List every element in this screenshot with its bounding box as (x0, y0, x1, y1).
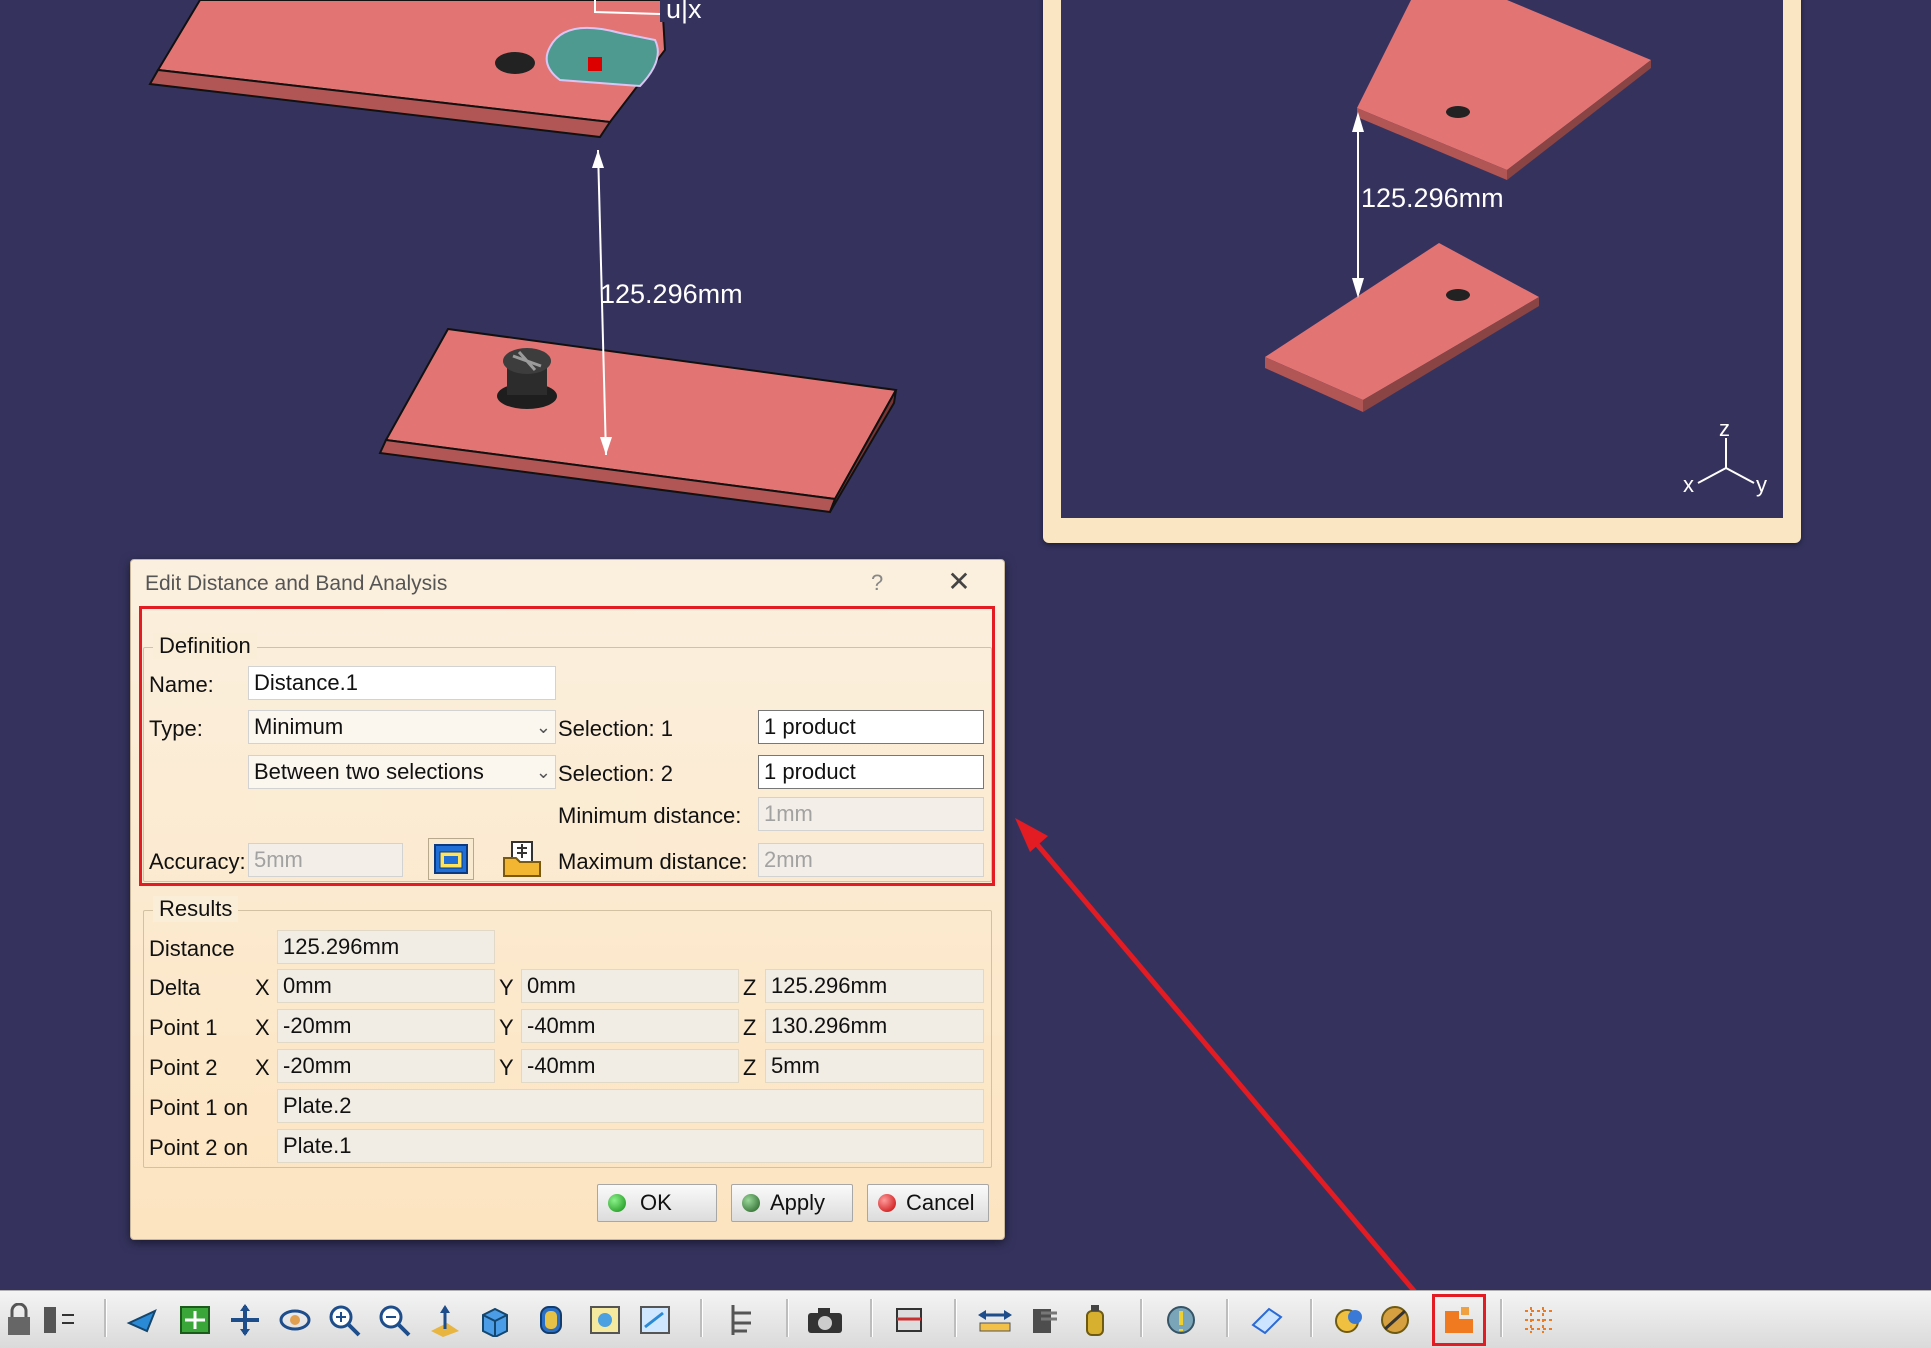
delta-label: Delta (149, 975, 201, 1000)
red-dot-icon (878, 1194, 896, 1212)
hide-show-icon[interactable] (586, 1301, 624, 1339)
point1-z-axis-label: Z (743, 1015, 757, 1040)
lock-icon[interactable] (0, 1301, 38, 1339)
distance-result-value: 125.296mm (277, 930, 495, 964)
apply-dot-icon (742, 1194, 760, 1212)
point2-z-axis-label: Z (743, 1055, 757, 1080)
point1-y-value: -40mm (521, 1009, 739, 1043)
toolbar-separator (104, 1299, 107, 1337)
zoom-in-icon[interactable] (326, 1301, 364, 1339)
fly-mode-icon[interactable] (124, 1301, 162, 1339)
clash-icon[interactable] (1162, 1301, 1200, 1339)
help-icon[interactable]: ? (871, 570, 883, 596)
point2-x-axis-label: X (255, 1055, 270, 1080)
green-dot-icon (608, 1194, 626, 1212)
close-button[interactable]: ✕ (941, 564, 977, 600)
toolbar-separator (1226, 1299, 1229, 1337)
cancel-label: Cancel (906, 1190, 975, 1215)
point1-on-value: Plate.2 (277, 1089, 984, 1123)
cancel-button[interactable]: Cancel (867, 1184, 989, 1222)
section-icon[interactable] (890, 1301, 928, 1339)
sectioning-analysis-icon[interactable] (1376, 1301, 1414, 1339)
point1-x-value: -20mm (277, 1009, 495, 1043)
ok-label: OK (640, 1190, 672, 1215)
toolbar-separator (954, 1299, 957, 1337)
definition-highlight-box (139, 606, 995, 886)
apply-label: Apply (770, 1190, 826, 1215)
point2-on-value: Plate.1 (277, 1129, 984, 1163)
delta-y-axis-label: Y (499, 975, 514, 1000)
point2-x-value: -20mm (277, 1049, 495, 1083)
camera-icon[interactable] (806, 1301, 844, 1339)
normal-view-icon[interactable] (426, 1301, 464, 1339)
measure-inertia-icon[interactable] (1076, 1301, 1114, 1339)
point2-y-axis-label: Y (499, 1055, 514, 1080)
rotate-icon[interactable] (276, 1301, 314, 1339)
toolbar-separator (700, 1299, 703, 1337)
zoom-out-icon[interactable] (376, 1301, 414, 1339)
toolbar-separator (786, 1299, 789, 1337)
swap-space-icon[interactable] (636, 1301, 674, 1339)
toolbar-separator (1500, 1299, 1503, 1337)
delta-y-value: 0mm (521, 969, 739, 1003)
delta-x-value: 0mm (277, 969, 495, 1003)
point1-on-label: Point 1 on (149, 1095, 249, 1120)
iso-view-icon[interactable] (476, 1301, 514, 1339)
edit-distance-dialog: Edit Distance and Band Analysis ? ✕ Defi… (130, 559, 1005, 1240)
toolbar-separator (1140, 1299, 1143, 1337)
apply-button[interactable]: Apply (731, 1184, 853, 1222)
ok-button[interactable]: OK (597, 1184, 717, 1222)
delta-x-axis-label: X (255, 975, 270, 1000)
point1-label: Point 1 (149, 1015, 218, 1040)
measure-item-icon[interactable] (1026, 1301, 1064, 1339)
plane-icon[interactable] (1248, 1301, 1286, 1339)
point1-z-value: 130.296mm (765, 1009, 984, 1043)
toolbar-separator (870, 1299, 873, 1337)
grid-options-icon[interactable] (1520, 1301, 1558, 1339)
results-legend: Results (153, 896, 239, 922)
point1-y-axis-label: Y (499, 1015, 514, 1040)
shading-icon[interactable] (532, 1301, 570, 1339)
toolbar-separator (1310, 1299, 1313, 1337)
delta-z-axis-label: Z (743, 975, 757, 1000)
clash-analysis-icon[interactable] (1330, 1301, 1368, 1339)
delta-z-value: 125.296mm (765, 969, 984, 1003)
point1-x-axis-label: X (255, 1015, 270, 1040)
measure-between-icon[interactable] (976, 1301, 1014, 1339)
pan-icon[interactable] (226, 1301, 264, 1339)
toolbar-highlight-box (1432, 1294, 1486, 1346)
distance-result-label: Distance (149, 936, 235, 961)
bottom-toolbar (0, 1290, 1931, 1348)
fit-all-icon[interactable] (176, 1301, 214, 1339)
point2-label: Point 2 (149, 1055, 218, 1080)
tree-hierarchy-icon[interactable] (722, 1301, 760, 1339)
point2-z-value: 5mm (765, 1049, 984, 1083)
point2-y-value: -40mm (521, 1049, 739, 1083)
point2-on-label: Point 2 on (149, 1135, 249, 1160)
tree-toggle-icon[interactable] (40, 1301, 78, 1339)
dialog-title: Edit Distance and Band Analysis (145, 572, 448, 595)
